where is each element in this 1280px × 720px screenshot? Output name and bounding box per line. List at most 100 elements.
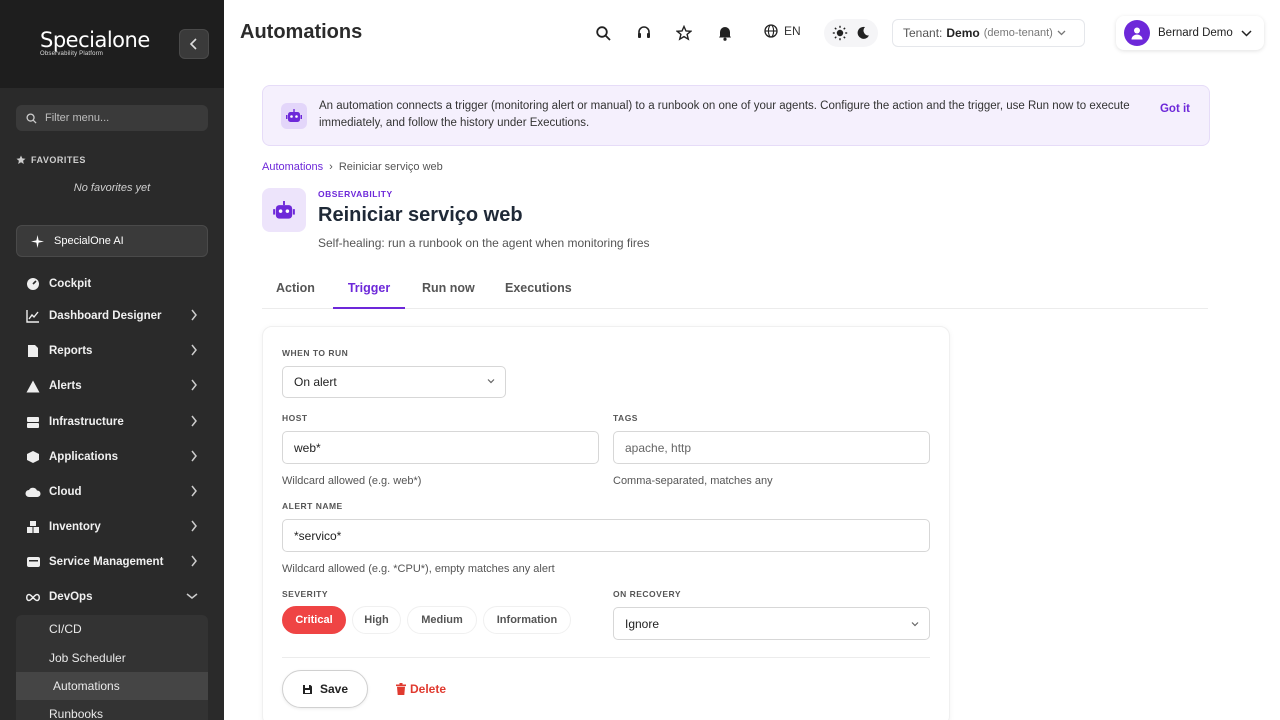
sidebar-item-label: Infrastructure — [49, 416, 124, 428]
chevron-left-icon — [189, 38, 197, 50]
search-button[interactable] — [594, 24, 612, 42]
moon-icon[interactable] — [856, 26, 870, 40]
sidebar-item-dashboard-designer[interactable]: Dashboard Designer — [16, 301, 208, 331]
chevron-down-icon — [186, 593, 198, 599]
tenant-name: Demo — [946, 26, 980, 40]
sidebar-subitem-runbooks[interactable]: Runbooks — [16, 700, 208, 720]
host-input[interactable]: web* — [282, 431, 599, 464]
filter-menu-input[interactable] — [45, 112, 195, 124]
form-divider — [282, 657, 930, 658]
breadcrumb-current: Reiniciar serviço web — [338, 161, 443, 173]
on-recovery-value: Ignore — [625, 616, 660, 631]
language-code: EN — [784, 24, 801, 38]
chevron-right-icon — [191, 415, 197, 427]
sidebar-item-applications[interactable]: Applications — [16, 442, 208, 472]
delete-label: Delete — [410, 682, 447, 696]
collapse-sidebar-button[interactable] — [179, 29, 209, 59]
tags-input[interactable]: apache, http — [613, 431, 930, 464]
category-eyebrow: OBSERVABILITY — [318, 189, 393, 199]
tab-executions[interactable]: Executions — [505, 281, 572, 309]
tab-action[interactable]: Action — [276, 281, 315, 309]
sidebar-subitem-automations[interactable]: Automations — [16, 672, 208, 700]
user-icon — [1131, 27, 1143, 40]
infinity-icon — [25, 589, 41, 605]
globe-icon — [764, 24, 778, 38]
sidebar-item-reports[interactable]: Reports — [16, 336, 208, 366]
when-to-run-select[interactable]: On alert — [282, 366, 506, 398]
sidebar-item-infrastructure[interactable]: Infrastructure — [16, 407, 208, 437]
specialone-ai-button[interactable]: SpecialOne AI — [16, 225, 208, 257]
chevron-right-icon — [191, 485, 197, 497]
chevron-down-icon — [911, 622, 919, 627]
search-icon — [26, 112, 37, 124]
save-button[interactable]: Save — [282, 670, 368, 708]
sidebar-item-cockpit[interactable]: Cockpit — [16, 269, 208, 299]
robot-icon — [281, 103, 307, 129]
sidebar-item-alerts[interactable]: Alerts — [16, 371, 208, 401]
severity-information-chip[interactable]: Information — [483, 606, 571, 634]
breadcrumb: Automations › Reiniciar serviço web — [262, 161, 443, 173]
file-icon — [25, 343, 41, 359]
favorites-title: FAVORITES — [16, 155, 86, 165]
filter-menu[interactable] — [16, 105, 208, 131]
automation-title: Reiniciar serviço web — [318, 204, 523, 226]
support-button[interactable] — [635, 24, 653, 42]
sidebar-item-label: Alerts — [49, 380, 82, 392]
boxes-icon — [25, 519, 41, 535]
user-name: Bernard Demo — [1158, 27, 1233, 39]
tab-bar: Action Trigger Run now Executions — [262, 270, 1208, 309]
sidebar-item-label: Cloud — [49, 486, 82, 498]
star-icon — [16, 155, 26, 164]
chevron-down-icon — [1057, 30, 1066, 36]
chevron-down-icon — [1241, 29, 1252, 37]
tags-hint: Comma-separated, matches any — [613, 475, 773, 487]
sidebar-item-label: Cockpit — [49, 278, 92, 290]
severity-label: SEVERITY — [282, 589, 329, 599]
sidebar-item-label: Reports — [49, 345, 93, 357]
sidebar-item-label: Applications — [49, 451, 119, 463]
breadcrumb-separator: › — [329, 161, 333, 173]
favorites-button[interactable] — [675, 24, 693, 42]
on-recovery-select[interactable]: Ignore — [613, 607, 930, 640]
when-to-run-label: WHEN TO RUN — [282, 348, 349, 358]
box-icon — [25, 449, 41, 465]
sidebar-item-cloud[interactable]: Cloud — [16, 477, 208, 507]
tab-run-now[interactable]: Run now — [422, 281, 475, 309]
sun-icon[interactable] — [832, 25, 848, 41]
warning-icon — [25, 378, 41, 394]
user-menu[interactable]: Bernard Demo — [1116, 16, 1264, 50]
alert-name-input[interactable]: *servico* — [282, 519, 930, 552]
page-title: Automations — [240, 21, 363, 43]
sidebar-item-label: Service Management — [49, 556, 164, 568]
sidebar-item-devops[interactable]: DevOps — [16, 582, 208, 612]
ai-label: SpecialOne AI — [54, 235, 124, 247]
tenant-selector[interactable]: Tenant: Demo (demo-tenant) — [892, 19, 1085, 47]
tenant-label: Tenant: — [903, 26, 943, 40]
chart-line-icon — [25, 308, 41, 324]
avatar — [1124, 20, 1150, 46]
severity-medium-chip[interactable]: Medium — [407, 606, 477, 634]
sidebar-item-label: DevOps — [49, 591, 93, 603]
bell-icon — [719, 27, 731, 41]
chevron-right-icon — [191, 379, 197, 391]
headset-icon — [638, 26, 650, 38]
breadcrumb-automations-link[interactable]: Automations — [262, 161, 323, 173]
notifications-button[interactable] — [716, 24, 734, 42]
on-recovery-label: ON RECOVERY — [613, 589, 682, 599]
severity-high-chip[interactable]: High — [352, 606, 401, 634]
severity-critical-chip[interactable]: Critical — [282, 606, 346, 634]
alert-name-hint: Wildcard allowed (e.g. *CPU*), empty mat… — [282, 563, 555, 575]
sidebar-subitem-cicd[interactable]: CI/CD — [16, 615, 208, 643]
gauge-icon — [25, 276, 41, 292]
chevron-right-icon — [191, 309, 197, 321]
delete-button[interactable]: Delete — [396, 682, 446, 696]
info-banner: An automation connects a trigger (monito… — [262, 85, 1210, 146]
tenant-id: (demo-tenant) — [983, 27, 1053, 39]
theme-toggle[interactable] — [824, 19, 878, 47]
sidebar-subitem-job-scheduler[interactable]: Job Scheduler — [16, 644, 208, 672]
sidebar-item-inventory[interactable]: Inventory — [16, 512, 208, 542]
got-it-button[interactable]: Got it — [1160, 103, 1190, 115]
tab-trigger[interactable]: Trigger — [333, 281, 405, 309]
sidebar-item-service-management[interactable]: Service Management — [16, 547, 208, 577]
language-selector[interactable]: EN — [764, 24, 801, 38]
